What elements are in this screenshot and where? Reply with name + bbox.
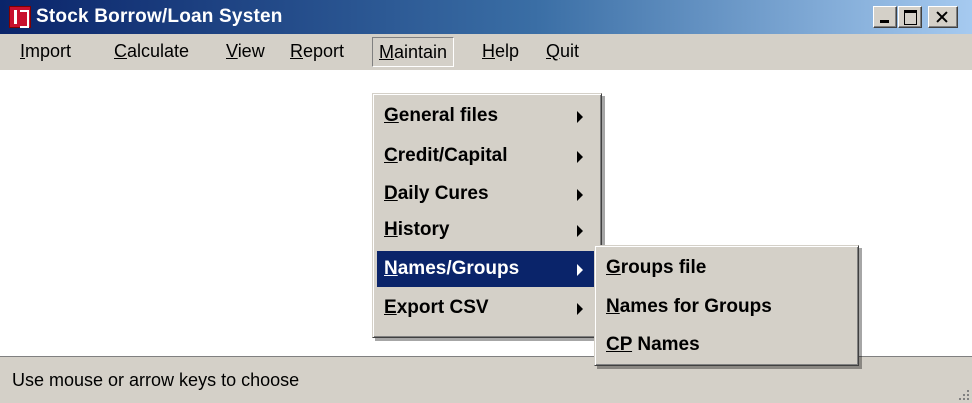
submenu-arrow-icon [577, 189, 583, 201]
menu-item-daily-cures-label: aily Cures [397, 183, 489, 204]
menu-item-credit-capital-label: redit/Capital [397, 145, 508, 166]
submenu-item-cp-names[interactable]: CP Names [599, 327, 854, 363]
menu-item-general-files-mnemonic: G [384, 105, 399, 126]
menu-help[interactable]: Help [476, 37, 525, 67]
menu-report-label: eport [303, 41, 345, 61]
submenu-arrow-icon [577, 111, 583, 123]
maintain-dropdown-menu: General files Credit/Capital Daily Cures… [372, 93, 602, 338]
menu-item-credit-capital-mnemonic: C [384, 145, 398, 166]
menu-report-mnemonic: R [290, 41, 303, 61]
minimize-button[interactable] [873, 6, 897, 28]
menu-maintain-label: aintain [394, 42, 448, 62]
submenu-item-groups-file-label: roups file [620, 257, 707, 278]
submenu-item-cp-names-mnemonic: CP [606, 334, 633, 355]
submenu-item-names-for-groups-mnemonic: N [606, 296, 620, 317]
menu-quit-label: uit [560, 41, 580, 61]
submenu-item-groups-file-mnemonic: G [606, 257, 621, 278]
submenu-item-cp-names-label: Names [632, 334, 700, 355]
menu-item-daily-cures[interactable]: Daily Cures [377, 176, 597, 212]
menu-bar: Import Calculate View Report Maintain He… [0, 34, 972, 70]
menu-maintain[interactable]: Maintain [372, 37, 455, 67]
menu-item-daily-cures-mnemonic: D [384, 183, 398, 204]
menu-help-mnemonic: H [482, 41, 495, 61]
window-title: Stock Borrow/Loan Systen [36, 6, 283, 27]
menu-item-general-files-label: eneral files [398, 105, 499, 126]
menu-item-general-files[interactable]: General files [377, 98, 597, 134]
menu-import[interactable]: Import [14, 37, 77, 67]
menu-item-history-mnemonic: H [384, 219, 398, 240]
menu-item-export-csv-label: xport CSV [396, 297, 489, 318]
menu-item-names-groups[interactable]: Names/Groups [377, 251, 597, 287]
resize-grip-icon[interactable] [956, 387, 970, 401]
menu-item-history-label: istory [397, 219, 450, 240]
submenu-arrow-icon [577, 225, 583, 237]
menu-quit[interactable]: Quit [540, 37, 585, 67]
menu-quit-mnemonic: Q [546, 41, 561, 61]
status-text: Use mouse or arrow keys to choose [12, 370, 300, 390]
menu-item-history[interactable]: History [377, 212, 597, 248]
submenu-arrow-icon [577, 264, 583, 276]
menu-calculate-label: alculate [127, 41, 190, 61]
maximize-button[interactable] [898, 6, 922, 28]
app-window: Stock Borrow/Loan Systen Import Calculat… [0, 0, 972, 403]
menu-item-names-groups-label: ames/Groups [397, 258, 520, 279]
menu-maintain-mnemonic: M [379, 42, 394, 62]
title-bar[interactable]: Stock Borrow/Loan Systen [0, 0, 972, 34]
menu-item-export-csv-mnemonic: E [384, 297, 397, 318]
menu-calculate-mnemonic: C [114, 41, 127, 61]
menu-view-label: iew [237, 41, 265, 61]
submenu-arrow-icon [577, 303, 583, 315]
app-logo-icon[interactable] [9, 6, 31, 28]
menu-view-mnemonic: V [226, 41, 238, 61]
menu-help-label: elp [495, 41, 520, 61]
submenu-item-groups-file[interactable]: Groups file [599, 250, 854, 286]
menu-item-export-csv[interactable]: Export CSV [377, 290, 597, 326]
names-groups-submenu: Groups file Names for Groups CP Names [594, 245, 859, 366]
menu-calculate[interactable]: Calculate [108, 37, 195, 67]
submenu-arrow-icon [577, 151, 583, 163]
submenu-item-names-for-groups-label: ames for Groups [619, 296, 772, 317]
menu-item-names-groups-mnemonic: N [384, 258, 398, 279]
submenu-item-names-for-groups[interactable]: Names for Groups [599, 289, 854, 325]
menu-view[interactable]: View [220, 37, 271, 67]
menu-report[interactable]: Report [284, 37, 350, 67]
menu-import-label: mport [25, 41, 72, 61]
menu-item-credit-capital[interactable]: Credit/Capital [377, 138, 597, 174]
close-button[interactable] [928, 6, 958, 28]
